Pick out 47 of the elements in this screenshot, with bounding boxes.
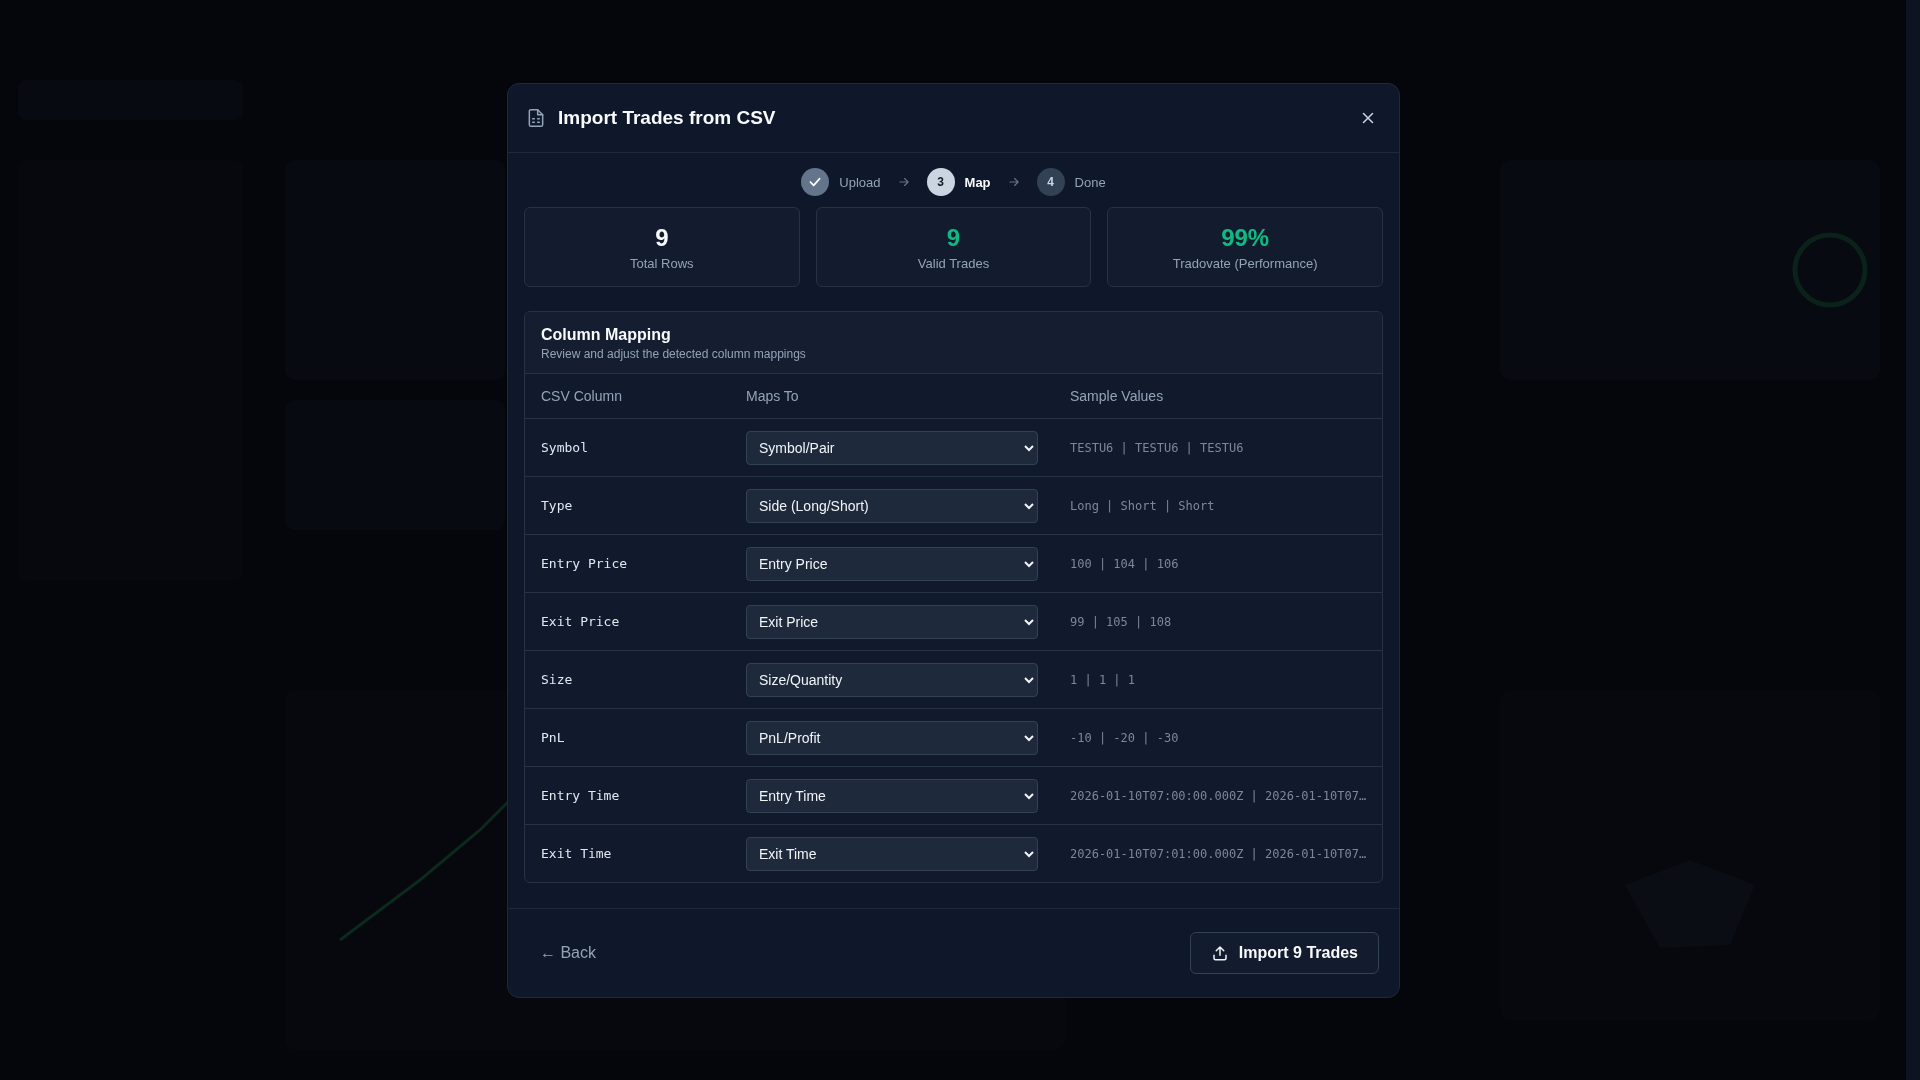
csv-column-name: Type bbox=[541, 498, 574, 513]
csv-column-name: Size bbox=[541, 672, 574, 687]
csv-column-name: Symbol bbox=[541, 440, 589, 455]
step-label: Map bbox=[964, 174, 991, 190]
csv-column-name: Entry Time bbox=[541, 788, 621, 803]
column-header: Sample Values bbox=[1070, 388, 1165, 404]
upload-icon bbox=[1210, 944, 1229, 962]
mapping-select[interactable]: Size/Quantity bbox=[746, 662, 1038, 697]
card-subtitle: Review and adjust the detected column mappings bbox=[541, 347, 807, 361]
sample-values: -10 | -20 | -30 bbox=[1070, 730, 1180, 745]
dialog-title: Import Trades from CSV bbox=[558, 107, 777, 129]
mapping-select[interactable]: Side (Long/Short) bbox=[746, 488, 1038, 523]
step-label: Upload bbox=[839, 174, 881, 190]
back-button[interactable]: ← Back bbox=[536, 938, 600, 968]
sample-values: 100 | 104 | 106 bbox=[1070, 556, 1180, 571]
stat-label: Total Rows bbox=[630, 255, 694, 271]
step-indicator: 4 bbox=[1036, 168, 1065, 196]
step-label: Done bbox=[1074, 174, 1106, 190]
import-button[interactable]: Import 9 Trades bbox=[1189, 932, 1379, 974]
column-header: CSV Column bbox=[541, 388, 623, 404]
sample-values: 99 | 105 | 108 bbox=[1070, 614, 1173, 629]
sample-values: 1 | 1 | 1 bbox=[1070, 672, 1137, 687]
stat-value: 9 bbox=[655, 223, 669, 252]
mapping-select[interactable]: Symbol/Pair bbox=[746, 430, 1038, 465]
sample-values: Long | Short | Short bbox=[1070, 498, 1216, 513]
mapping-select[interactable]: Entry Time bbox=[746, 778, 1038, 813]
card-title: Column Mapping bbox=[541, 326, 672, 344]
document-icon bbox=[526, 108, 546, 128]
mapping-select[interactable]: Exit Time bbox=[746, 836, 1038, 871]
csv-column-name: PnL bbox=[541, 730, 566, 745]
stat-label: Tradovate (Performance) bbox=[1172, 255, 1318, 271]
stat-value: 9 bbox=[946, 223, 961, 252]
stat-label: Valid Trades bbox=[917, 255, 990, 271]
sample-values: 2026-01-10T07:00:00.000Z | 2026-01-10T07… bbox=[1070, 788, 1367, 803]
stat-value: 99% bbox=[1221, 223, 1270, 252]
csv-column-name: Exit Price bbox=[541, 614, 621, 629]
csv-column-name: Entry Price bbox=[541, 556, 629, 571]
mapping-select[interactable]: PnL/Profit bbox=[746, 720, 1038, 755]
sample-values: TESTU6 | TESTU6 | TESTU6 bbox=[1070, 440, 1245, 455]
mapping-select[interactable]: Exit Price bbox=[746, 604, 1038, 639]
sample-values: 2026-01-10T07:01:00.000Z | 2026-01-10T07… bbox=[1070, 846, 1367, 861]
column-header: Maps To bbox=[746, 388, 800, 404]
arrow-right-icon bbox=[896, 175, 911, 189]
csv-column-name: Exit Time bbox=[541, 846, 613, 861]
arrow-right-icon bbox=[1006, 175, 1021, 189]
mapping-select[interactable]: Entry Price bbox=[746, 546, 1038, 581]
step-indicator: 3 bbox=[926, 168, 955, 196]
